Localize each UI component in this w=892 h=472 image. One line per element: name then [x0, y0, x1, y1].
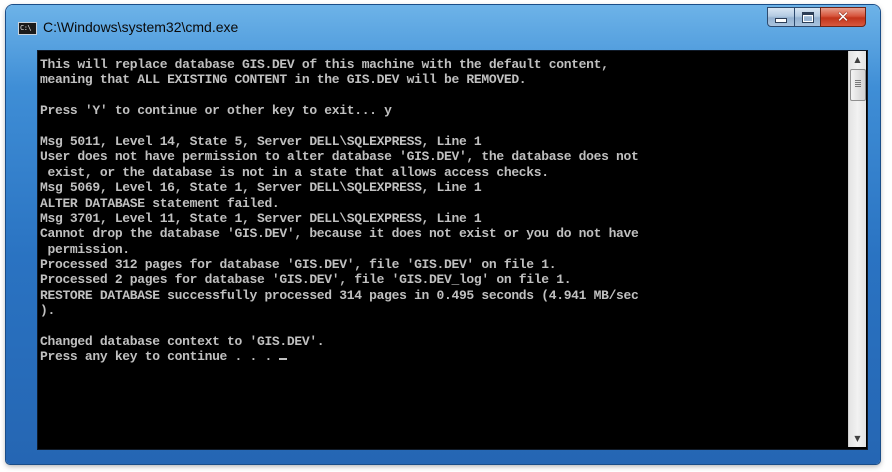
minimize-icon: [775, 18, 787, 23]
scroll-up-arrow-icon[interactable]: ▲: [849, 51, 866, 68]
console-line: Msg 3701, Level 11, State 1, Server DELL…: [40, 210, 482, 226]
cmd-window: C:\ C:\Windows\system32\cmd.exe ✕ This w…: [6, 5, 880, 464]
maximize-icon: [801, 11, 814, 23]
cmd-icon[interactable]: C:\: [18, 22, 37, 35]
prompt-text: Press any key to continue . . .: [40, 349, 280, 365]
console-line: This will replace database GIS.DEV of th…: [40, 57, 609, 72]
console-line: Press 'Y' to continue or other key to ex…: [40, 103, 392, 119]
console-line: meaning that ALL EXISTING CONTENT in the…: [40, 72, 527, 88]
cmd-icon-label: C:\: [20, 24, 32, 32]
console-line: exist, or the database is not in a state…: [40, 164, 549, 180]
console-line: Processed 2 pages for database 'GIS.DEV'…: [40, 272, 572, 288]
console-line: ALTER DATABASE statement failed.: [40, 195, 280, 211]
close-icon: ✕: [836, 7, 850, 26]
console-prompt-line: Press any key to continue . . .: [40, 349, 846, 364]
maximize-button[interactable]: [794, 7, 821, 27]
console-line: Changed database context to 'GIS.DEV'.: [40, 334, 325, 350]
title-bar[interactable]: C:\ C:\Windows\system32\cmd.exe ✕: [6, 5, 880, 37]
console-line: Msg 5011, Level 14, State 5, Server DELL…: [40, 133, 482, 149]
console-line: Cannot drop the database 'GIS.DEV', beca…: [40, 226, 639, 242]
scroll-down-arrow-icon[interactable]: ▼: [849, 430, 866, 447]
thumb-grip-icon: [855, 80, 861, 87]
minimize-button[interactable]: [767, 7, 795, 27]
window-title: C:\Windows\system32\cmd.exe: [43, 19, 239, 35]
vertical-scrollbar[interactable]: ▲ ▼: [848, 51, 866, 447]
text-cursor: [279, 358, 288, 361]
console-line: Msg 5069, Level 16, State 1, Server DELL…: [40, 180, 482, 196]
console-line: RESTORE DATABASE successfully processed …: [40, 287, 639, 303]
console-area[interactable]: This will replace database GIS.DEV of th…: [37, 50, 868, 450]
scroll-thumb[interactable]: [850, 69, 866, 101]
console-output[interactable]: This will replace database GIS.DEV of th…: [40, 57, 846, 447]
console-line: permission.: [40, 241, 130, 257]
close-button[interactable]: ✕: [820, 7, 866, 27]
console-line: User does not have permission to alter d…: [40, 149, 639, 165]
console-line: ).: [40, 303, 55, 319]
console-line: Processed 312 pages for database 'GIS.DE…: [40, 257, 557, 273]
